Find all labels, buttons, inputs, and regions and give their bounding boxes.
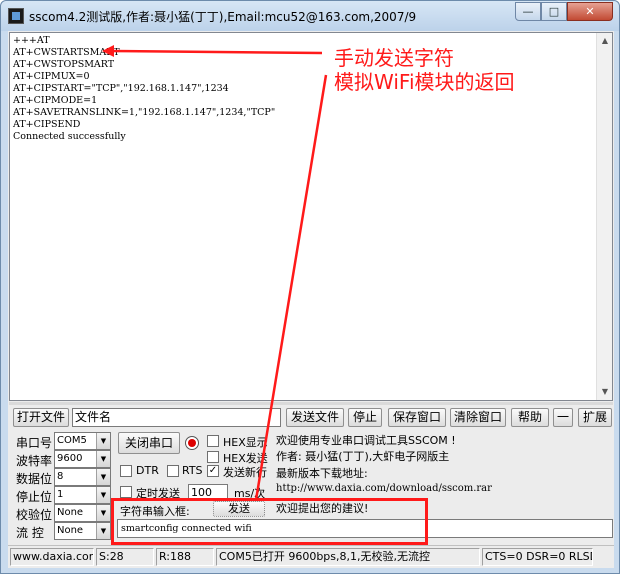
port-select[interactable]: COM5 ▼ — [54, 432, 111, 450]
dropdown-arrow-icon[interactable]: ▼ — [96, 505, 110, 521]
latest-version-text: 最新版本下载地址: — [276, 467, 368, 480]
scroll-down-icon[interactable]: ▼ — [597, 384, 613, 400]
receive-line: AT+CIPSEND — [13, 119, 81, 130]
download-link[interactable]: http://www.daxia.com/download/sscom.rar — [276, 483, 492, 494]
baud-select[interactable]: 9600 ▼ — [54, 450, 111, 468]
receive-line: AT+CIPMUX=0 — [13, 71, 90, 82]
stop-button[interactable]: 停止 — [348, 408, 382, 427]
receive-textarea[interactable]: +++AT AT+CWSTARTSMART AT+CWSTOPSMART AT+… — [9, 32, 613, 401]
vertical-scrollbar[interactable]: ▲ ▼ — [596, 33, 612, 400]
client-area: +++AT AT+CWSTARTSMART AT+CWSTOPSMART AT+… — [8, 31, 614, 568]
status-site: www.daxia.com — [10, 548, 94, 566]
receive-line: AT+SAVETRANSLINK=1,"192.168.1.147",1234,… — [13, 107, 276, 118]
status-bar: www.daxia.com S:28 R:188 COM5已打开 9600bps… — [8, 545, 614, 567]
welcome-text: 欢迎使用专业串口调试工具SSCOM ! — [276, 434, 456, 447]
window-title: sscom4.2测试版,作者:聂小猛(丁丁),Email:mcu52@163.c… — [29, 10, 417, 24]
expand-button[interactable]: 扩展 — [578, 408, 612, 427]
filename-input[interactable]: 文件名 — [72, 408, 281, 427]
dropdown-arrow-icon[interactable]: ▼ — [96, 523, 110, 539]
baud-value: 9600 — [57, 453, 83, 464]
send-newline-checkbox[interactable]: ✓ — [207, 465, 219, 477]
app-window: sscom4.2测试版,作者:聂小猛(丁丁),Email:mcu52@163.c… — [0, 0, 620, 574]
parity-select[interactable]: None ▼ — [54, 504, 111, 522]
receive-line: AT+CWSTOPSMART — [13, 59, 115, 70]
send-newline-label: 发送新行 — [223, 466, 267, 479]
port-value: COM5 — [57, 435, 87, 446]
hex-display-checkbox[interactable] — [207, 435, 219, 447]
receive-line: AT+CWSTARTSMART — [13, 47, 120, 58]
rts-label: RTS — [182, 464, 203, 477]
databits-label: 数据位 — [16, 472, 53, 486]
close-port-button[interactable]: 关闭串口 — [118, 432, 180, 454]
flow-label: 流 控 — [16, 526, 44, 540]
send-file-button[interactable]: 发送文件 — [286, 408, 344, 427]
baud-label: 波特率 — [16, 454, 53, 468]
dropdown-arrow-icon[interactable]: ▼ — [96, 469, 110, 485]
hex-send-checkbox[interactable] — [207, 451, 219, 463]
annotation-line2: 模拟WiFi模块的返回 — [334, 70, 515, 94]
scroll-up-icon[interactable]: ▲ — [597, 33, 613, 49]
splitter[interactable] — [9, 402, 613, 405]
receive-line: +++AT — [13, 35, 50, 46]
dtr-checkbox[interactable] — [120, 465, 132, 477]
status-modem-lines: CTS=0 DSR=0 RLSD — [482, 548, 593, 566]
hex-display-label: HEX显示 — [223, 436, 268, 449]
clear-window-button[interactable]: 清除窗口 — [450, 408, 506, 427]
dtr-label: DTR — [136, 464, 159, 477]
title-bar[interactable]: sscom4.2测试版,作者:聂小猛(丁丁),Email:mcu52@163.c… — [1, 1, 619, 31]
highlight-box — [111, 498, 428, 545]
author-text: 作者: 聂小猛(丁丁),大虾电子网版主 — [276, 450, 450, 463]
dropdown-arrow-icon[interactable]: ▼ — [96, 433, 110, 449]
stopbits-select[interactable]: 1 ▼ — [54, 486, 111, 504]
minimize-button[interactable]: — — [515, 2, 541, 21]
flow-select[interactable]: None ▼ — [54, 522, 111, 540]
open-file-button[interactable]: 打开文件 — [13, 408, 69, 427]
stopbits-value: 1 — [57, 489, 64, 500]
help-button[interactable]: 帮助 — [511, 408, 549, 427]
file-toolbar: 打开文件 文件名 发送文件 停止 保存窗口 清除窗口 帮助 一 扩展 — [8, 406, 614, 428]
status-received-count: R:188 — [156, 548, 214, 566]
databits-value: 8 — [57, 471, 64, 482]
receive-line: Connected successfully — [13, 131, 126, 142]
databits-select[interactable]: 8 ▼ — [54, 468, 111, 486]
parity-value: None — [57, 507, 84, 518]
maximize-button[interactable]: □ — [541, 2, 567, 21]
receive-line: AT+CIPSTART="TCP","192.168.1.147",1234 — [13, 83, 229, 94]
app-icon — [8, 8, 24, 24]
receive-line: AT+CIPMODE=1 — [13, 95, 98, 106]
flow-value: None — [57, 525, 84, 536]
status-port-state: COM5已打开 9600bps,8,1,无校验,无流控 — [216, 548, 480, 566]
rts-checkbox[interactable] — [167, 465, 179, 477]
save-window-button[interactable]: 保存窗口 — [388, 408, 446, 427]
parity-label: 校验位 — [16, 508, 53, 522]
port-label: 串口号 — [16, 436, 53, 450]
stopbits-label: 停止位 — [16, 490, 53, 504]
dropdown-arrow-icon[interactable]: ▼ — [96, 487, 110, 503]
collapse-button[interactable]: 一 — [553, 408, 573, 427]
timed-send-checkbox[interactable] — [120, 486, 132, 498]
close-button[interactable]: ✕ — [567, 2, 613, 21]
dropdown-arrow-icon[interactable]: ▼ — [96, 451, 110, 467]
status-sent-count: S:28 — [96, 548, 154, 566]
port-status-indicator — [185, 436, 199, 450]
